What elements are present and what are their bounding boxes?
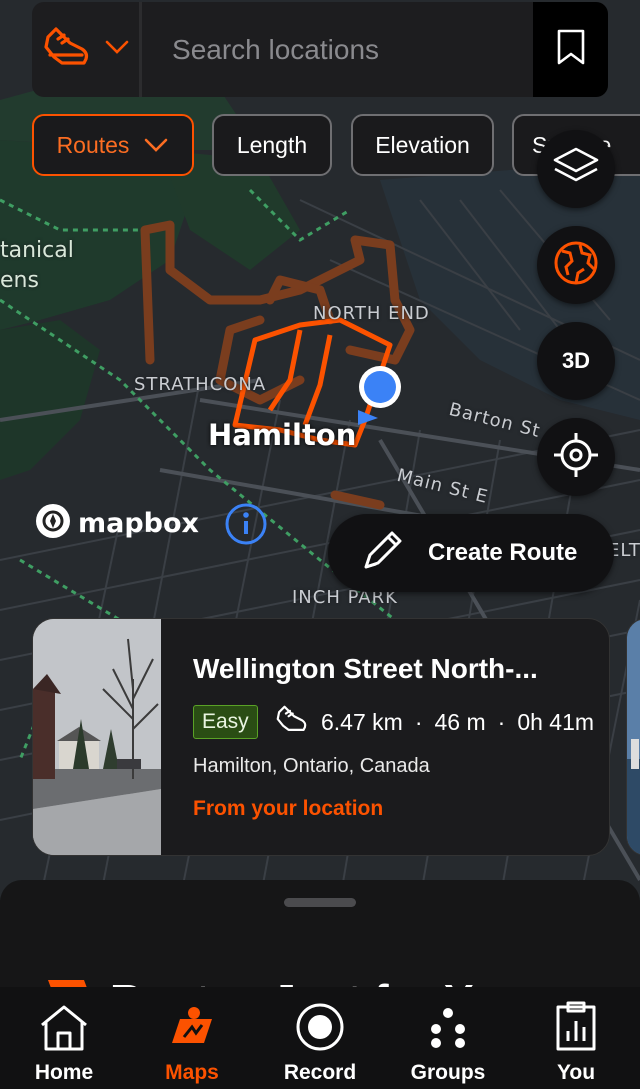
- sheet-drag-handle[interactable]: [284, 898, 356, 907]
- mapbox-wordmark: mapbox: [78, 508, 199, 539]
- filter-chip-label: Elevation: [375, 131, 470, 158]
- nav-label: You: [556, 1061, 596, 1084]
- filter-chip-label: Routes: [56, 131, 130, 158]
- clipboard-stats-icon: [552, 1001, 600, 1053]
- nav-label: Groups: [410, 1061, 486, 1084]
- record-icon: [294, 1001, 346, 1053]
- nav-record[interactable]: Record: [256, 987, 384, 1089]
- map-label-city: Hamilton: [208, 418, 357, 452]
- activity-type-picker[interactable]: [32, 2, 143, 97]
- info-icon: [224, 503, 268, 550]
- recenter-location-button[interactable]: [537, 418, 615, 496]
- nav-maps[interactable]: Maps: [128, 987, 256, 1089]
- route-duration: 0h 41m: [517, 708, 595, 735]
- route-location: Hamilton, Ontario, Canada: [193, 755, 430, 777]
- search-input[interactable]: [142, 33, 534, 66]
- filter-chip-routes[interactable]: Routes: [32, 114, 194, 176]
- route-distance: 6.47 km: [321, 708, 403, 735]
- bottom-navigation: Home Maps Record Groups You: [0, 987, 640, 1089]
- mapbox-attribution: mapbox: [34, 502, 199, 545]
- nav-groups[interactable]: Groups: [384, 987, 512, 1089]
- map-label-botanical-1: tanical: [0, 238, 74, 263]
- create-route-button[interactable]: Create Route: [328, 514, 614, 592]
- filter-chip-elevation[interactable]: Elevation: [351, 114, 494, 176]
- nav-home[interactable]: Home: [0, 987, 128, 1089]
- map-label-strathcona: STRATHCONA: [134, 374, 267, 395]
- route-stats: 6.47 km · 46 m · 0h 41m: [275, 705, 594, 739]
- map-label-north-end: NORTH END: [313, 303, 430, 324]
- groups-icon: [422, 1001, 474, 1053]
- running-shoe-icon: [275, 704, 309, 740]
- map-layers-button[interactable]: [537, 130, 615, 208]
- running-shoe-icon: [42, 25, 92, 74]
- bookmark-icon: [556, 28, 586, 71]
- filter-chip-length[interactable]: Length: [212, 114, 332, 176]
- nav-you[interactable]: You: [512, 987, 640, 1089]
- filter-chip-label: Length: [236, 131, 308, 158]
- route-title: Wellington Street North-...: [193, 653, 538, 684]
- 3d-label: 3D: [561, 348, 591, 373]
- route-origin-link[interactable]: From your location: [193, 797, 383, 821]
- route-elevation: 46 m: [434, 708, 486, 735]
- crosshair-icon: [552, 431, 600, 484]
- route-photo: [33, 619, 161, 855]
- global-heatmap-button[interactable]: [537, 226, 615, 304]
- route-card[interactable]: Wellington Street North-... Easy 6.47 km…: [32, 618, 610, 856]
- create-route-label: Create Route: [428, 539, 578, 566]
- map-icon: [166, 1001, 218, 1053]
- saved-routes-button[interactable]: [533, 2, 608, 97]
- 3d-toggle-button[interactable]: 3D: [537, 322, 615, 400]
- nav-label: Home: [34, 1061, 94, 1084]
- map-info-button[interactable]: [224, 502, 268, 551]
- chevron-down-icon: [104, 39, 130, 60]
- home-icon: [38, 1001, 90, 1053]
- nav-label: Maps: [165, 1061, 219, 1084]
- next-route-card[interactable]: [626, 618, 640, 856]
- map-label-botanical-2: ens: [0, 268, 39, 293]
- nav-label: Record: [283, 1061, 357, 1084]
- chevron-down-icon: [143, 132, 169, 159]
- globe-icon: [552, 239, 600, 292]
- pencil-icon: [358, 527, 406, 580]
- search-bar: [32, 2, 608, 97]
- mapbox-logo-icon: [34, 502, 72, 545]
- separator-dot: ·: [414, 708, 423, 735]
- layers-icon: [551, 145, 601, 194]
- difficulty-badge: Easy: [193, 705, 258, 739]
- separator-dot: ·: [497, 708, 506, 735]
